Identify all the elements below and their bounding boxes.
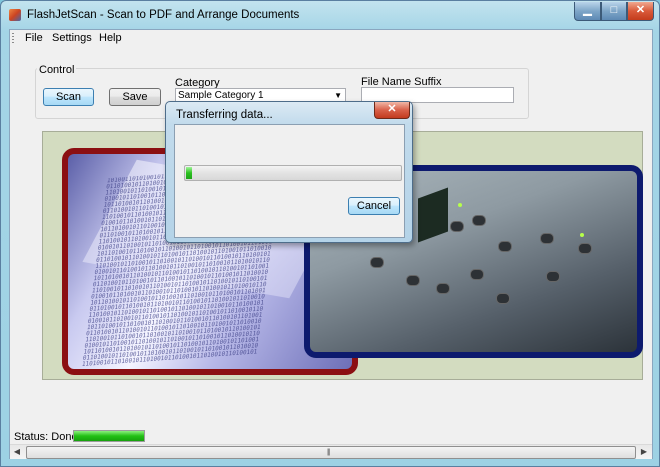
window-title: FlashJetScan - Scan to PDF and Arrange D… (27, 9, 300, 21)
transfer-progress-bar (184, 165, 402, 181)
scanner-key (470, 269, 484, 280)
scanner-key (498, 241, 512, 252)
scanner-key (406, 275, 420, 286)
close-button[interactable]: ✕ (627, 2, 654, 21)
scan-button[interactable]: Scan (43, 88, 94, 106)
transfer-dialog: Transferring data... ✕ Cancel (165, 101, 413, 243)
grip-icon: ||| (327, 449, 331, 456)
scanner-key (436, 283, 450, 294)
scrollbar-thumb[interactable]: ||| (26, 446, 636, 459)
scroll-left-icon[interactable]: ◀ (10, 445, 24, 459)
close-icon: ✕ (387, 103, 397, 115)
minimize-icon: ▁ (583, 4, 592, 16)
dialog-title: Transferring data... (176, 109, 273, 121)
scanner-led (580, 233, 584, 237)
menu-settings[interactable]: Settings (52, 32, 92, 44)
app-icon (9, 9, 21, 21)
scroll-right-icon[interactable]: ▶ (637, 445, 651, 459)
transfer-progress-fill (186, 167, 192, 179)
save-button[interactable]: Save (109, 88, 161, 106)
close-icon: ✕ (635, 4, 646, 16)
status-progress-fill (74, 431, 144, 441)
scanner-key (540, 233, 554, 244)
control-group-label: Control (37, 64, 77, 76)
category-value: Sample Category 1 (178, 90, 264, 101)
scanner-key (450, 221, 464, 232)
client-area: File Settings Help Control Scan Save Cat… (9, 29, 653, 459)
menu-file[interactable]: File (25, 32, 43, 44)
dialog-body: Cancel (174, 124, 405, 238)
horizontal-scrollbar[interactable]: ◀ ||| ▶ (10, 444, 652, 459)
cancel-button[interactable]: Cancel (348, 197, 400, 215)
status-bar: Status: Done (10, 428, 652, 444)
scanner-key (578, 243, 592, 254)
scanner-led (458, 203, 462, 207)
dialog-close-button[interactable]: ✕ (374, 102, 410, 119)
scanner-key (472, 215, 486, 226)
maximize-button[interactable]: □ (601, 2, 627, 21)
title-bar[interactable]: FlashJetScan - Scan to PDF and Arrange D… (1, 1, 659, 29)
main-window: FlashJetScan - Scan to PDF and Arrange D… (0, 0, 660, 467)
maximize-icon: □ (610, 4, 618, 16)
menu-help[interactable]: Help (99, 32, 122, 44)
scanner-lcd (418, 187, 448, 243)
menu-grip (12, 33, 14, 43)
status-progress-bar (73, 430, 145, 442)
scanner-key (496, 293, 510, 304)
menu-bar: File Settings Help (10, 30, 652, 46)
status-text: Status: Done (14, 431, 78, 443)
minimize-button[interactable]: ▁ (574, 2, 601, 21)
scanner-key (370, 257, 384, 268)
scanner-key (546, 271, 560, 282)
